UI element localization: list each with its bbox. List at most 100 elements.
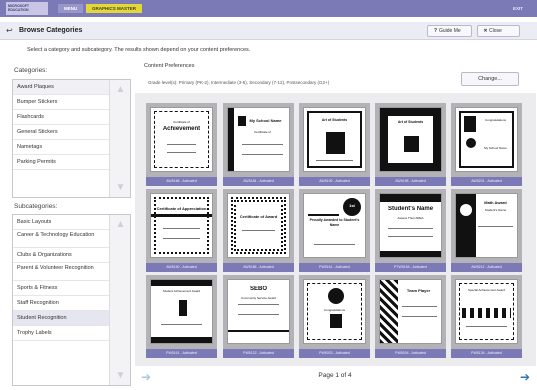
result-thumbnail[interactable]: Art of Students AW5199 - Activated: [299, 103, 370, 186]
menu-tab[interactable]: MENU: [58, 4, 84, 13]
result-caption: PTW5184 - Activated: [375, 263, 446, 272]
card-title: Congratulations: [484, 118, 506, 122]
subcategory-item[interactable]: Career & Technology Education: [13, 230, 110, 248]
card-subtitle: Student's Name: [484, 208, 507, 212]
result-thumbnail[interactable]: Student's Name Assess Their AREA PTW5184 -…: [375, 189, 446, 272]
result-thumbnail[interactable]: Student Achievement Award PW5161 - Activa…: [146, 275, 217, 358]
card-subtitle: My School Name: [484, 146, 507, 150]
certificate-preview: Art of Students: [303, 107, 366, 172]
category-item[interactable]: Parking Permits: [13, 155, 110, 170]
certificate-preview: Special Achievement Award: [455, 279, 518, 344]
result-thumbnail[interactable]: Certificate of Award AW5186 - Activated: [223, 189, 294, 272]
certificate-preview: Art of Students: [379, 107, 442, 172]
certificate-preview: Student's Name Assess Their AREA: [379, 193, 442, 258]
content-preferences-title: Content Preferences: [144, 63, 195, 69]
result-thumbnail[interactable]: Math Award Student's Name AW5212 - Activat…: [451, 189, 522, 272]
categories-list: Award Plaques Bumper Stickers Flashcards Ge…: [12, 79, 131, 198]
card-subtitle: Assess Their AREA: [397, 216, 424, 220]
card-title: Community Service Award: [240, 296, 277, 300]
card-title: Certificate of Award: [239, 214, 278, 219]
subcategories-label: Subcategories:: [14, 203, 58, 210]
page-title: Browse Categories: [19, 27, 83, 34]
result-thumbnail[interactable]: Certificate of Appreciation AW5190 - Acti…: [146, 189, 217, 272]
card-title: My School Name: [249, 118, 282, 123]
app-logo: MICROSOFT EDUCATION: [6, 2, 48, 15]
result-thumbnail[interactable]: Team Player PW5034 - Activated: [375, 275, 446, 358]
top-menu-bar: MICROSOFT EDUCATION MENU GRAPHICS MASTER…: [0, 0, 537, 17]
card-subtitle: Certificate of: [173, 120, 190, 124]
category-item[interactable]: General Stickers: [13, 125, 110, 140]
exit-link[interactable]: EXIT: [507, 4, 529, 13]
result-caption: AW5201 - Activated: [451, 177, 522, 186]
card-title: Team Player: [406, 288, 431, 293]
subcategories-items: Basic Layouts Career & Technology Educati…: [13, 215, 110, 385]
certificate-preview: SEBO Community Service Award: [227, 279, 290, 344]
subcategory-item[interactable]: Parent & Volunteer Recognition: [13, 263, 110, 281]
subcategory-item[interactable]: Clubs & Organizations: [13, 248, 110, 263]
subcategory-item[interactable]: Student Recognition: [13, 311, 110, 326]
category-item[interactable]: Bumper Stickers: [13, 95, 110, 110]
pagination-label: Page 1 of 4: [318, 372, 352, 379]
result-thumbnail[interactable]: Certificate of Achievement AW5166 - Activa…: [146, 103, 217, 186]
card-title: Math Award: [484, 200, 507, 205]
certificate-preview: Team Player: [379, 279, 442, 344]
certificate-preview: My School Name Certificate of: [227, 107, 290, 172]
graphics-master-tab[interactable]: GRAPHICS MASTER: [86, 4, 143, 13]
category-item[interactable]: Nametags: [13, 140, 110, 155]
result-caption: PW5132 - Activated: [223, 349, 294, 358]
result-caption: PW5034 - Activated: [375, 349, 446, 358]
subcategory-item[interactable]: Basic Layouts: [13, 215, 110, 230]
change-preferences-button[interactable]: Change...: [461, 72, 519, 86]
close-label: Close: [489, 28, 502, 34]
result-caption: AW5184 - Activated: [223, 177, 294, 186]
subcategory-item[interactable]: Sports & Fitness: [13, 281, 110, 296]
card-subtitle: Certificate of: [254, 130, 271, 134]
close-icon: ✕: [483, 28, 488, 34]
result-thumbnail[interactable]: Congratulations My School Name AW5201 - Ac…: [451, 103, 522, 186]
result-caption: AW5199 - Activated: [299, 177, 370, 186]
scroll-down-icon[interactable]: ▼: [114, 181, 127, 194]
result-thumbnail[interactable]: Art of Students AW5198 - Activated: [375, 103, 446, 186]
results-grid: Certificate of Achievement AW5166 - Activa…: [135, 93, 536, 366]
certificate-preview: Certificate of Achievement: [150, 107, 213, 172]
subcategory-item[interactable]: Staff Recognition: [13, 296, 110, 311]
categories-scrollbar[interactable]: ▲ ▼: [109, 80, 130, 197]
result-caption: AW5212 - Activated: [451, 263, 522, 272]
card-title: Student's Name: [387, 206, 434, 212]
result-caption: PW5161 - Activated: [299, 263, 370, 272]
result-thumbnail[interactable]: SEBO Community Service Award PW5132 - Acti…: [223, 275, 294, 358]
certificate-preview: Congratulations: [303, 279, 366, 344]
guide-me-button[interactable]: ? Guide Me: [427, 25, 472, 37]
back-arrow-icon[interactable]: ↩: [6, 26, 16, 36]
result-caption: PW5134 - Activated: [451, 349, 522, 358]
result-thumbnail[interactable]: Congratulations PW5033 - Activated: [299, 275, 370, 358]
subcategories-list: Basic Layouts Career & Technology Educati…: [12, 214, 131, 386]
certificate-preview: Student Achievement Award: [150, 279, 213, 344]
category-item[interactable]: Flashcards: [13, 110, 110, 125]
categories-label: Categories:: [14, 67, 48, 74]
close-button[interactable]: ✕Close: [477, 25, 520, 37]
certificate-preview: Certificate of Appreciation: [150, 193, 213, 258]
help-icon: ?: [433, 28, 438, 34]
categories-items: Award Plaques Bumper Stickers Flashcards Ge…: [13, 80, 110, 197]
result-caption: PW5161 - Activated: [146, 349, 217, 358]
certificate-preview: Congratulations My School Name: [455, 107, 518, 172]
result-caption: AW5198 - Activated: [375, 177, 446, 186]
card-title: Congratulations: [323, 308, 345, 312]
result-thumbnail[interactable]: My School Name Certificate of AW5184 - Act…: [223, 103, 294, 186]
scroll-down-icon[interactable]: ▼: [114, 369, 127, 382]
subcategory-item[interactable]: Trophy Labels: [13, 326, 110, 341]
result-thumbnail[interactable]: Special Achievement Award PW5134 - Activa…: [451, 275, 522, 358]
scroll-up-icon[interactable]: ▲: [114, 218, 127, 231]
card-title: Special Achievement Award: [468, 288, 505, 292]
card-title: Achievement: [162, 126, 201, 132]
next-page-arrow-icon[interactable]: ➔: [517, 370, 533, 384]
prev-page-arrow-icon[interactable]: ➔: [138, 370, 154, 384]
scroll-up-icon[interactable]: ▲: [114, 83, 127, 96]
card-title: Student Achievement Award: [162, 289, 201, 293]
result-thumbnail[interactable]: 1st Proudly Awarded to Student's Name PW51…: [299, 189, 370, 272]
certificate-preview: Math Award Student's Name: [455, 193, 518, 258]
category-item[interactable]: Award Plaques: [13, 80, 110, 95]
card-subtitle: 1st: [349, 203, 355, 208]
subcategories-scrollbar[interactable]: ▲ ▼: [109, 215, 130, 385]
